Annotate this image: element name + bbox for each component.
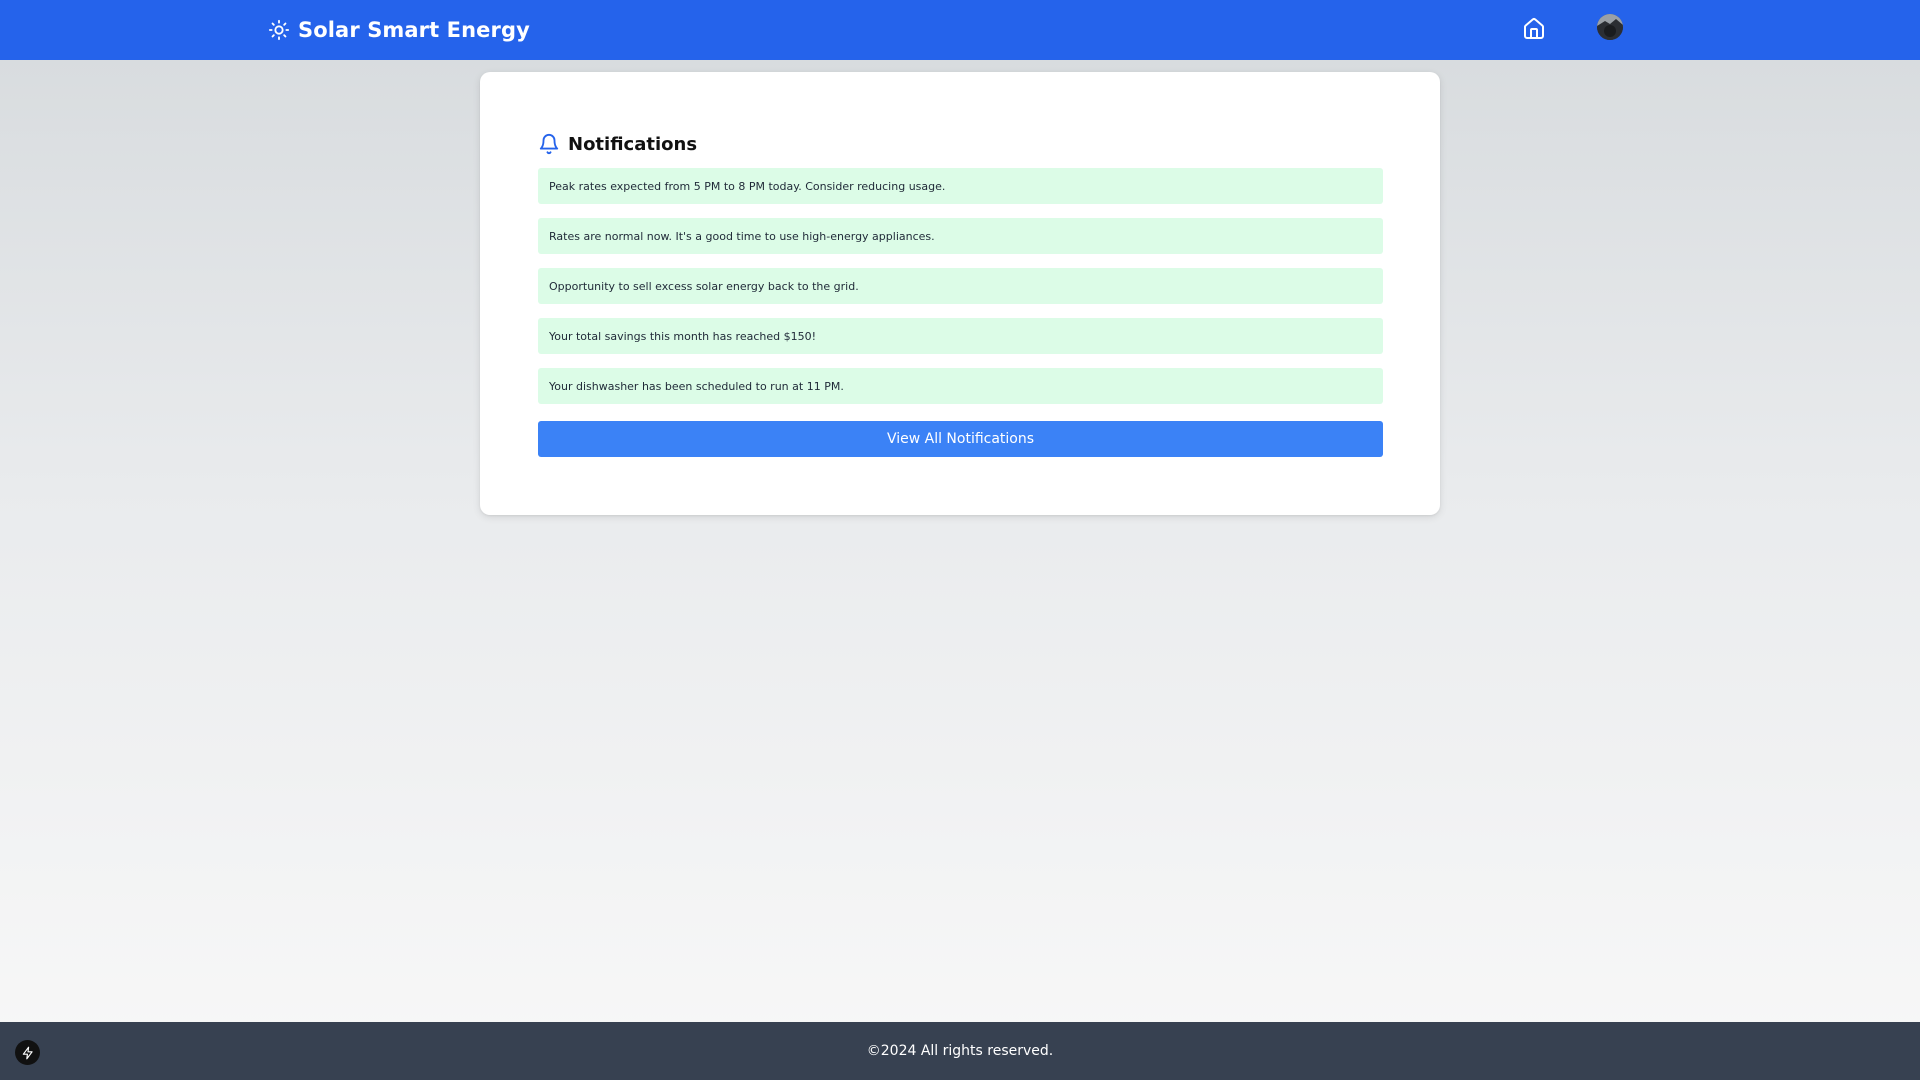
notification-item: Your dishwasher has been scheduled to ru… xyxy=(538,368,1383,404)
user-avatar[interactable] xyxy=(1597,14,1623,40)
copyright-text: ©2024 All rights reserved. xyxy=(866,1043,1054,1059)
notification-list: Peak rates expected from 5 PM to 8 PM to… xyxy=(538,168,1383,418)
app-title: Solar Smart Energy xyxy=(298,18,530,42)
home-button[interactable] xyxy=(1522,17,1548,43)
sun-icon xyxy=(268,19,290,41)
home-icon xyxy=(1522,18,1546,45)
bolt-badge-button[interactable] xyxy=(15,1040,40,1065)
notifications-header: Notifications xyxy=(538,130,697,158)
view-all-notifications-button[interactable]: View All Notifications xyxy=(538,421,1383,457)
notifications-card: Notifications Peak rates expected from 5… xyxy=(480,72,1440,515)
bell-icon xyxy=(538,133,560,155)
brand[interactable]: Solar Smart Energy xyxy=(268,0,530,60)
notification-item: Peak rates expected from 5 PM to 8 PM to… xyxy=(538,168,1383,204)
bolt-icon xyxy=(21,1046,35,1060)
notifications-title: Notifications xyxy=(568,133,698,155)
notification-item: Opportunity to sell excess solar energy … xyxy=(538,268,1383,304)
footer: ©2024 All rights reserved. xyxy=(0,1022,1920,1080)
notification-item: Your total savings this month has reache… xyxy=(538,318,1383,354)
notification-item: Rates are normal now. It's a good time t… xyxy=(538,218,1383,254)
top-navbar: Solar Smart Energy xyxy=(0,0,1920,60)
